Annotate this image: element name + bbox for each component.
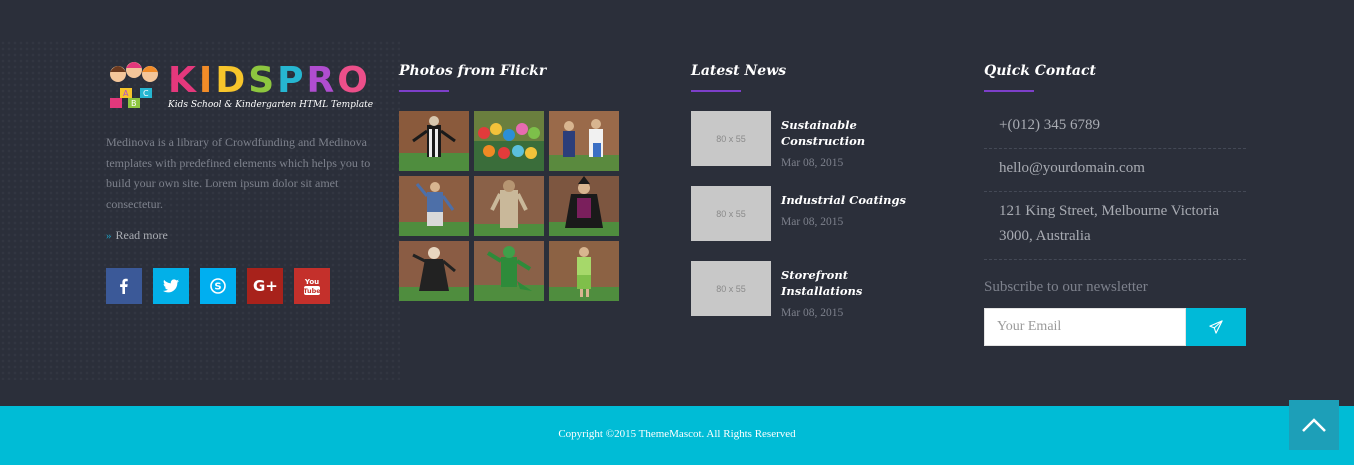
news-thumbnail[interactable]: 80 x 55 (691, 111, 771, 166)
quick-contact-title: Quick Contact (984, 63, 1096, 79)
news-date: Mar 08, 2015 (781, 307, 844, 319)
logo-letter: R (306, 60, 338, 101)
title-underline (691, 90, 741, 92)
read-more-link[interactable]: » Read more (106, 228, 371, 243)
logo-letter: S (248, 60, 278, 101)
youtube-icon: YouTube (303, 278, 321, 295)
news-text: Storefront Installations Mar 08, 2015 (781, 261, 931, 319)
logo-letter: K (168, 60, 199, 101)
flickr-column: Photos from Flickr (399, 60, 629, 301)
twitter-button[interactable] (153, 268, 189, 304)
google-plus-button[interactable]: G+ (247, 268, 283, 304)
skype-icon: S (210, 278, 226, 294)
flickr-photo[interactable] (474, 241, 544, 301)
flickr-photo-image (474, 111, 544, 171)
read-more-label: Read more (115, 228, 168, 242)
news-title-link[interactable]: Industrial Coatings (781, 192, 906, 208)
youtube-button[interactable]: You Tube (294, 268, 330, 304)
logo-letter: P (277, 60, 307, 101)
svg-text:Tube: Tube (303, 287, 321, 295)
news-text: Sustainable Construction Mar 08, 2015 (781, 111, 931, 169)
news-thumbnail[interactable]: 80 x 55 (691, 186, 771, 241)
twitter-icon (163, 279, 179, 293)
latest-news-title: Latest News (691, 63, 787, 79)
logo-wordmark: KIDSPRO (168, 60, 371, 102)
logo-letter: O (337, 60, 371, 101)
news-item[interactable]: 80 x 55 Storefront Installations Mar 08,… (691, 261, 931, 319)
flickr-photo-image (399, 176, 469, 236)
flickr-photo-image (549, 111, 619, 171)
flickr-photo[interactable] (474, 111, 544, 171)
flickr-photo[interactable] (474, 176, 544, 236)
news-item[interactable]: 80 x 55 Sustainable Construction Mar 08,… (691, 111, 931, 169)
flickr-photo[interactable] (399, 111, 469, 171)
contact-list: +(012) 345 6789 hello@yourdomain.com 121… (984, 111, 1246, 260)
skype-button[interactable]: S (200, 268, 236, 304)
double-chevron-right-icon: » (106, 229, 112, 242)
flickr-photo[interactable] (549, 176, 619, 236)
news-date: Mar 08, 2015 (781, 216, 844, 228)
news-title-link[interactable]: Storefront Installations (781, 267, 931, 299)
copyright-text: Copyright ©2015 ThemeMascot. All Rights … (558, 428, 796, 440)
facebook-icon (120, 278, 128, 294)
newsletter-email-input[interactable] (984, 308, 1186, 346)
footer-main: A B C KIDSPRO Kids School & Kindergarten… (0, 0, 1354, 406)
quick-contact-column: Quick Contact +(012) 345 6789 hello@your… (984, 60, 1246, 346)
flickr-photo-image (549, 176, 619, 236)
newsletter-form (984, 308, 1246, 346)
contact-phone[interactable]: +(012) 345 6789 (984, 111, 1246, 149)
svg-text:S: S (214, 282, 221, 293)
flickr-photo[interactable] (549, 111, 619, 171)
flickr-photo[interactable] (399, 241, 469, 301)
news-date: Mar 08, 2015 (781, 157, 844, 169)
news-item[interactable]: 80 x 55 Industrial Coatings Mar 08, 2015 (691, 186, 931, 241)
flickr-photo[interactable] (399, 176, 469, 236)
flickr-photo-image (399, 111, 469, 171)
flickr-photo-image (474, 176, 544, 236)
paper-plane-icon (1209, 320, 1223, 334)
news-list: 80 x 55 Sustainable Construction Mar 08,… (691, 111, 931, 319)
flickr-photo-image (474, 241, 544, 301)
title-underline (984, 90, 1034, 92)
logo-letter: D (215, 60, 249, 101)
about-column: A B C KIDSPRO Kids School & Kindergarten… (106, 60, 374, 304)
flickr-photo-image (549, 241, 619, 301)
kids-logo-icon: A B C (110, 62, 158, 108)
google-plus-icon: G+ (253, 278, 277, 294)
svg-text:B: B (131, 99, 137, 108)
svg-text:You: You (304, 278, 319, 286)
contact-address: 121 King Street, Melbourne Victoria 3000… (984, 192, 1246, 260)
contact-email[interactable]: hello@yourdomain.com (984, 149, 1246, 192)
newsletter-submit-button[interactable] (1186, 308, 1246, 346)
social-links: S G+ You Tube (106, 268, 371, 304)
logo[interactable]: A B C KIDSPRO Kids School & Kindergarten… (106, 60, 374, 114)
subscribe-label: Subscribe to our newsletter (984, 279, 1148, 295)
chevron-up-icon (1302, 418, 1326, 432)
logo-tagline: Kids School & Kindergarten HTML Template (168, 100, 374, 110)
footer-bottom-bar: Copyright ©2015 ThemeMascot. All Rights … (0, 406, 1354, 465)
news-text: Industrial Coatings Mar 08, 2015 (781, 186, 906, 241)
flickr-photo-image (399, 241, 469, 301)
scroll-to-top-button[interactable] (1289, 400, 1339, 450)
svg-text:C: C (143, 89, 149, 98)
news-title-link[interactable]: Sustainable Construction (781, 117, 931, 149)
news-thumbnail[interactable]: 80 x 55 (691, 261, 771, 316)
title-underline (399, 90, 449, 92)
facebook-button[interactable] (106, 268, 142, 304)
about-text: Medinova is a library of Crowdfunding an… (106, 135, 371, 211)
logo-letter: I (198, 60, 216, 101)
svg-text:A: A (123, 89, 129, 98)
svg-text:G+: G+ (253, 278, 277, 294)
flickr-gallery (399, 111, 629, 301)
latest-news-column: Latest News 80 x 55 Sustainable Construc… (691, 60, 931, 336)
flickr-photo[interactable] (549, 241, 619, 301)
flickr-title: Photos from Flickr (399, 63, 547, 79)
